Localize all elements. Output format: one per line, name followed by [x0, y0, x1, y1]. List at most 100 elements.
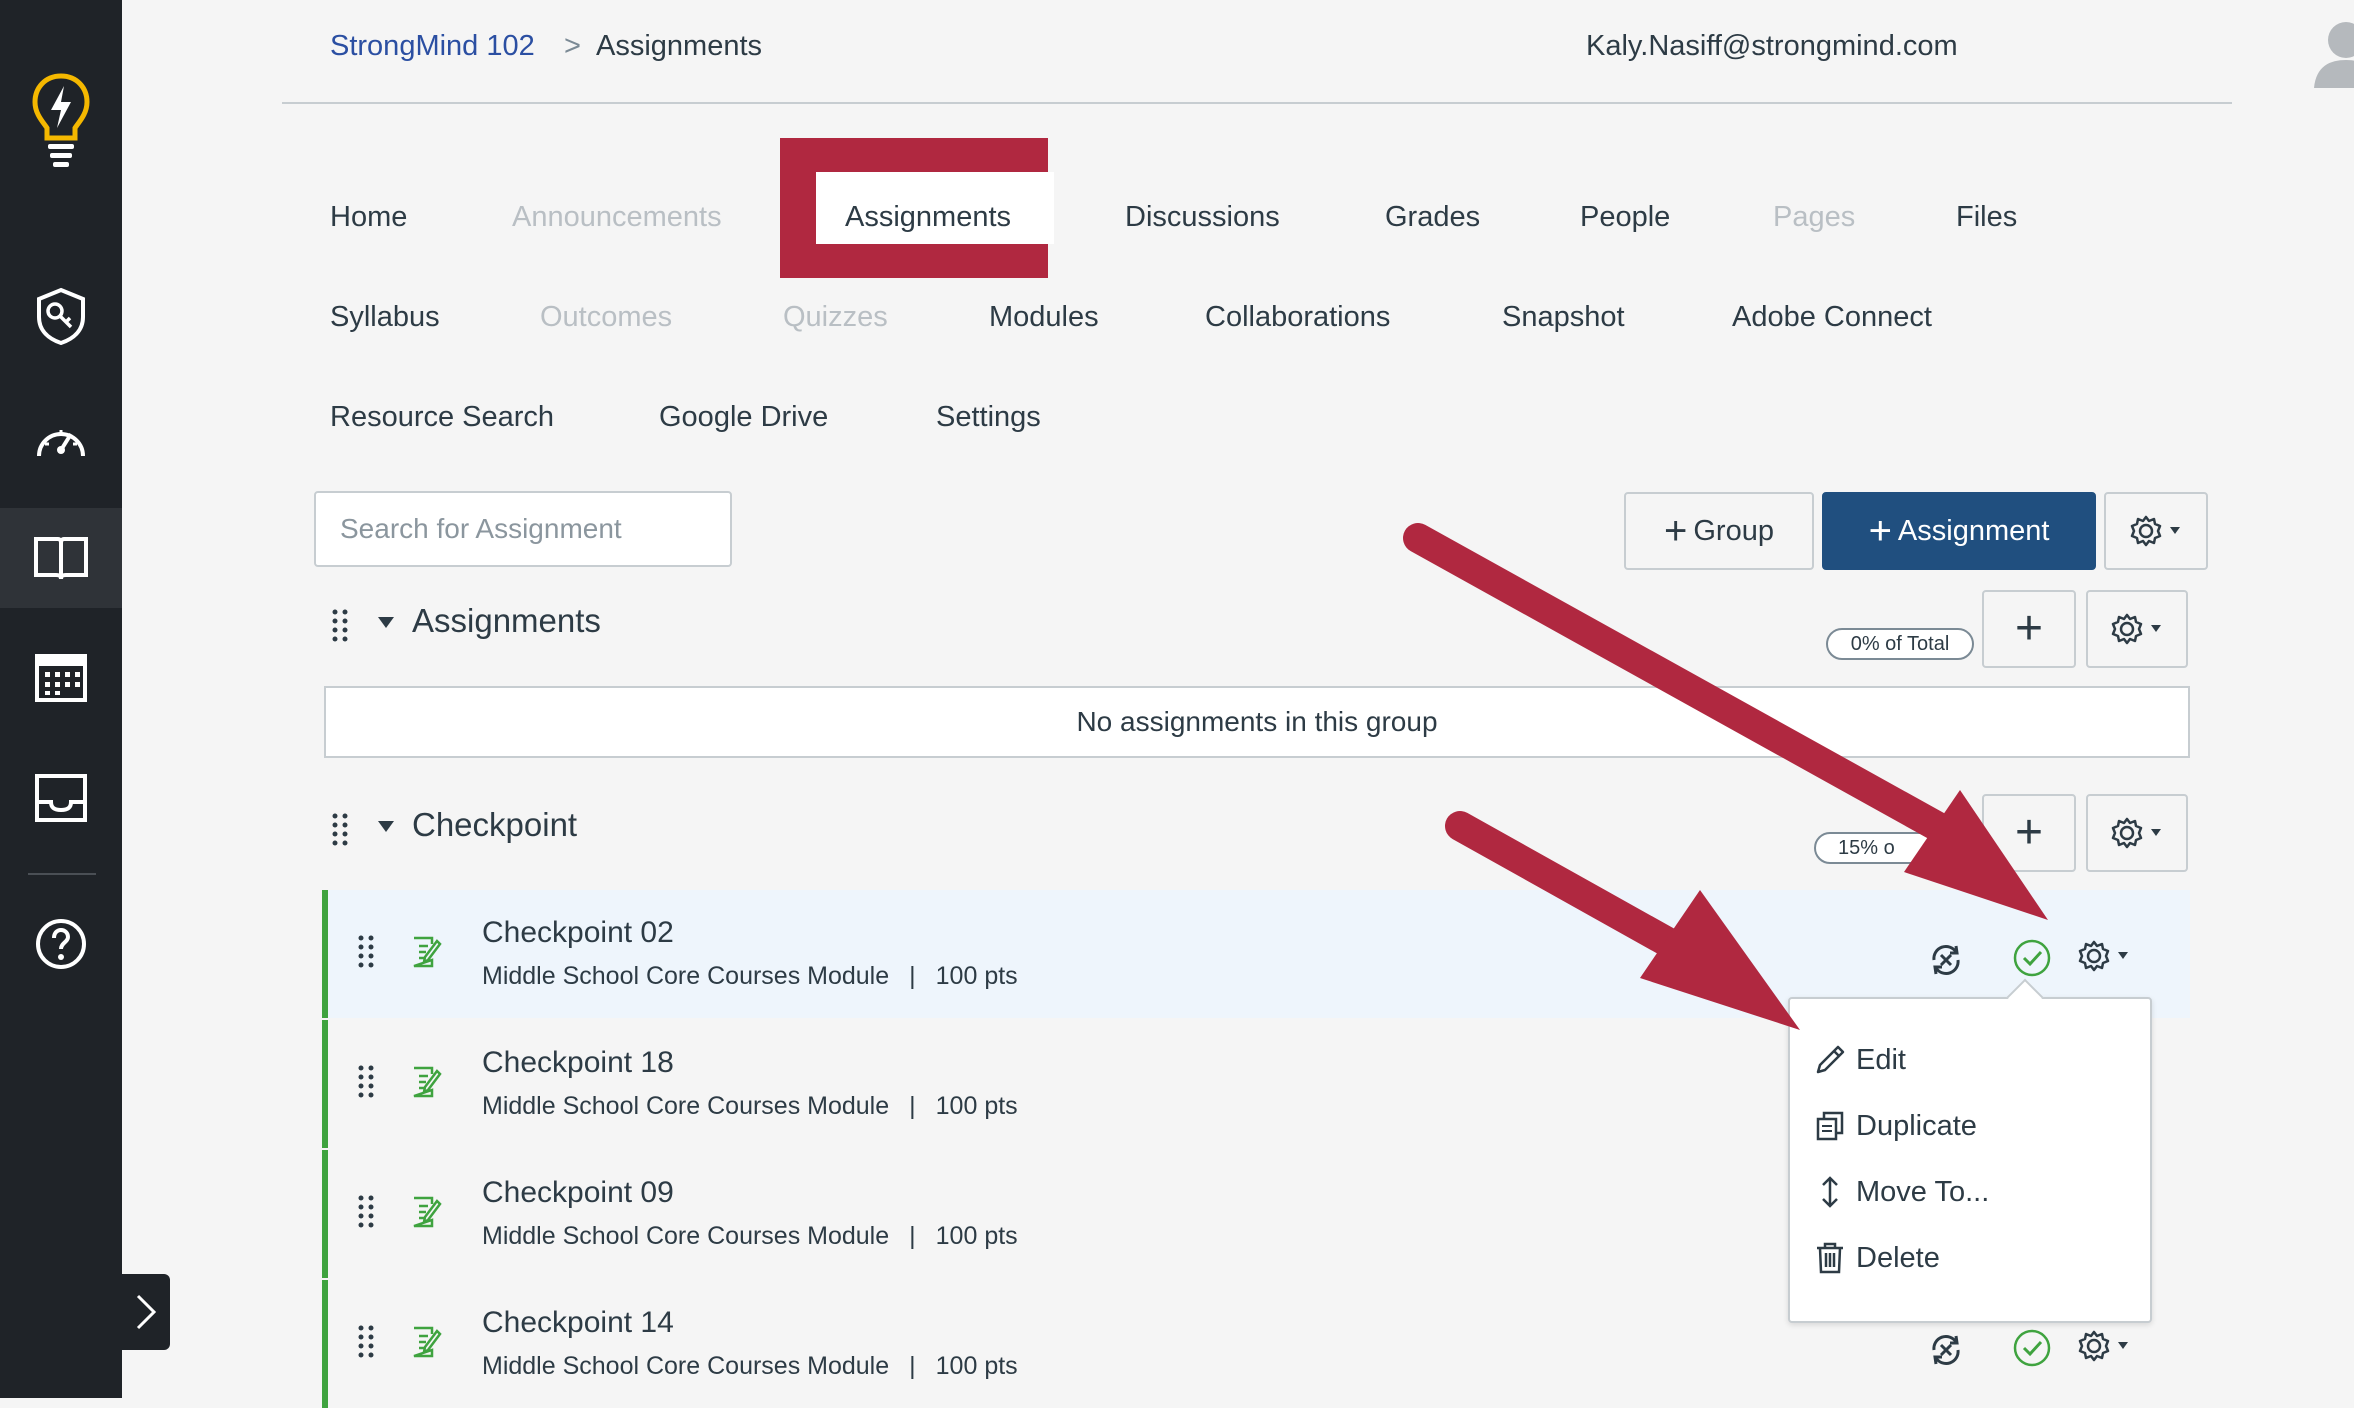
group-settings-button[interactable] [2086, 590, 2188, 668]
drag-handle-icon[interactable] [356, 934, 376, 970]
nav-assignments[interactable]: Assignments [845, 201, 1011, 234]
page-header: StrongMind 102 > Assignments Kaly.Nasiff… [282, 0, 2354, 104]
published-check-icon[interactable] [2012, 938, 2052, 978]
meta-separator: | [909, 1222, 916, 1250]
breadcrumb-current: Assignments [596, 30, 763, 62]
avatar[interactable] [2312, 16, 2354, 88]
menu-move-label: Move To... [1856, 1175, 1990, 1208]
move-arrows-icon [1822, 1176, 1838, 1208]
add-group-button[interactable]: + Group [1624, 492, 1814, 570]
nav-quizzes[interactable]: Quizzes [783, 301, 888, 334]
group-settings-button[interactable] [2086, 794, 2188, 872]
shield-key-icon[interactable] [0, 266, 122, 366]
points: 100 pts [935, 1092, 1018, 1120]
assignment-meta: Middle School Core Courses Module | 100 pt… [482, 1092, 1018, 1121]
lightbulb-logo-icon[interactable] [0, 60, 122, 180]
chevron-right-icon [136, 1294, 157, 1330]
assignment-meta: Middle School Core Courses Module | 100 pt… [482, 1222, 1018, 1251]
search-input[interactable] [314, 491, 732, 567]
plus-icon: + [2014, 806, 2044, 859]
nav-discussions[interactable]: Discussions [1125, 201, 1280, 234]
group-add-button[interactable]: + [1982, 794, 2076, 872]
menu-delete[interactable]: Delete [1814, 1233, 1940, 1283]
plus-icon: + [2014, 602, 2044, 655]
module-name: Middle School Core Courses Module [482, 1352, 890, 1380]
nav-announcements[interactable]: Announcements [512, 201, 722, 234]
assignment-title[interactable]: Checkpoint 18 [482, 1046, 674, 1080]
assignment-icon [413, 936, 442, 968]
meta-separator: | [909, 962, 916, 990]
collapse-caret-icon[interactable] [378, 821, 394, 832]
menu-duplicate[interactable]: Duplicate [1814, 1101, 1977, 1151]
nav-grades[interactable]: Grades [1385, 201, 1480, 234]
add-assignment-label: Assignment [1897, 514, 2050, 547]
drag-handle-icon[interactable] [330, 608, 350, 644]
nav-settings[interactable]: Settings [936, 401, 1041, 434]
drag-handle-icon[interactable] [330, 812, 350, 848]
courses-book-icon[interactable] [0, 508, 122, 608]
dashboard-gauge-icon[interactable] [0, 390, 122, 490]
plus-icon: + [1664, 509, 1688, 553]
nav-collaborations[interactable]: Collaborations [1205, 301, 1390, 334]
nav-pages[interactable]: Pages [1773, 201, 1855, 234]
nav-google-drive[interactable]: Google Drive [659, 401, 828, 434]
calendar-icon[interactable] [0, 626, 122, 726]
nav-home[interactable]: Home [330, 201, 407, 234]
gear-icon [2130, 515, 2180, 547]
nav-files[interactable]: Files [1956, 201, 2017, 234]
group-title: Checkpoint [412, 806, 578, 843]
nav-resource-search[interactable]: Resource Search [330, 401, 554, 434]
breadcrumb-course-link[interactable]: StrongMind 102 [330, 30, 535, 63]
group-weight-badge: 0% of Total [1826, 628, 1974, 660]
assignment-settings-menu: Edit Duplicate Move To... Delete [1788, 997, 2152, 1323]
assignment-icon [413, 1196, 442, 1228]
add-group-label: Group [1693, 514, 1774, 547]
gear-icon[interactable] [2074, 1326, 2134, 1366]
assignment-title[interactable]: Checkpoint 02 [482, 916, 674, 950]
expand-sidebar-button[interactable] [122, 1274, 170, 1350]
nav-outcomes[interactable]: Outcomes [540, 301, 672, 334]
global-nav-sidebar [0, 0, 122, 1398]
copy-icon [1816, 1111, 1844, 1141]
points: 100 pts [935, 1222, 1018, 1250]
menu-move[interactable]: Move To... [1814, 1167, 1989, 1217]
gear-icon [2111, 613, 2161, 645]
module-name: Middle School Core Courses Module [482, 1222, 890, 1250]
help-icon[interactable] [0, 894, 122, 994]
menu-edit[interactable]: Edit [1814, 1035, 1906, 1085]
page-settings-button[interactable] [2104, 492, 2208, 570]
assignment-meta: Middle School Core Courses Module | 100 pt… [482, 1352, 1018, 1381]
assignment-icon [413, 1326, 442, 1358]
gear-icon[interactable] [2074, 936, 2134, 976]
empty-group-message: No assignments in this group [324, 686, 2190, 758]
pencil-icon [1816, 1045, 1845, 1074]
menu-edit-label: Edit [1856, 1043, 1906, 1076]
drag-handle-icon[interactable] [356, 1064, 376, 1100]
nav-people[interactable]: People [1580, 201, 1670, 234]
add-assignment-button[interactable]: + Assignment [1822, 492, 2096, 570]
nav-syllabus[interactable]: Syllabus [330, 301, 440, 334]
inbox-icon[interactable] [0, 748, 122, 848]
nav-modules[interactable]: Modules [989, 301, 1099, 334]
unpublish-sync-icon[interactable] [1928, 1332, 1964, 1368]
assignment-title[interactable]: Checkpoint 14 [482, 1306, 674, 1340]
drag-handle-icon[interactable] [356, 1324, 376, 1360]
assignment-icon [413, 1066, 442, 1098]
published-check-icon[interactable] [2012, 1328, 2052, 1368]
group-add-button[interactable]: + [1982, 590, 2076, 668]
assignment-title[interactable]: Checkpoint 09 [482, 1176, 674, 1210]
sidebar-divider [28, 873, 96, 875]
breadcrumb-separator: > [564, 30, 581, 62]
drag-handle-icon[interactable] [356, 1194, 376, 1230]
user-email[interactable]: Kaly.Nasiff@strongmind.com [1586, 30, 1958, 63]
group-title: Assignments [412, 602, 601, 639]
nav-adobe-connect[interactable]: Adobe Connect [1732, 301, 1932, 334]
nav-snapshot[interactable]: Snapshot [1502, 301, 1625, 334]
unpublish-sync-icon[interactable] [1928, 942, 1964, 978]
points: 100 pts [935, 962, 1018, 990]
module-name: Middle School Core Courses Module [482, 962, 890, 990]
collapse-caret-icon[interactable] [378, 617, 394, 628]
menu-delete-label: Delete [1856, 1241, 1940, 1274]
menu-duplicate-label: Duplicate [1856, 1109, 1977, 1142]
meta-separator: | [909, 1092, 916, 1120]
